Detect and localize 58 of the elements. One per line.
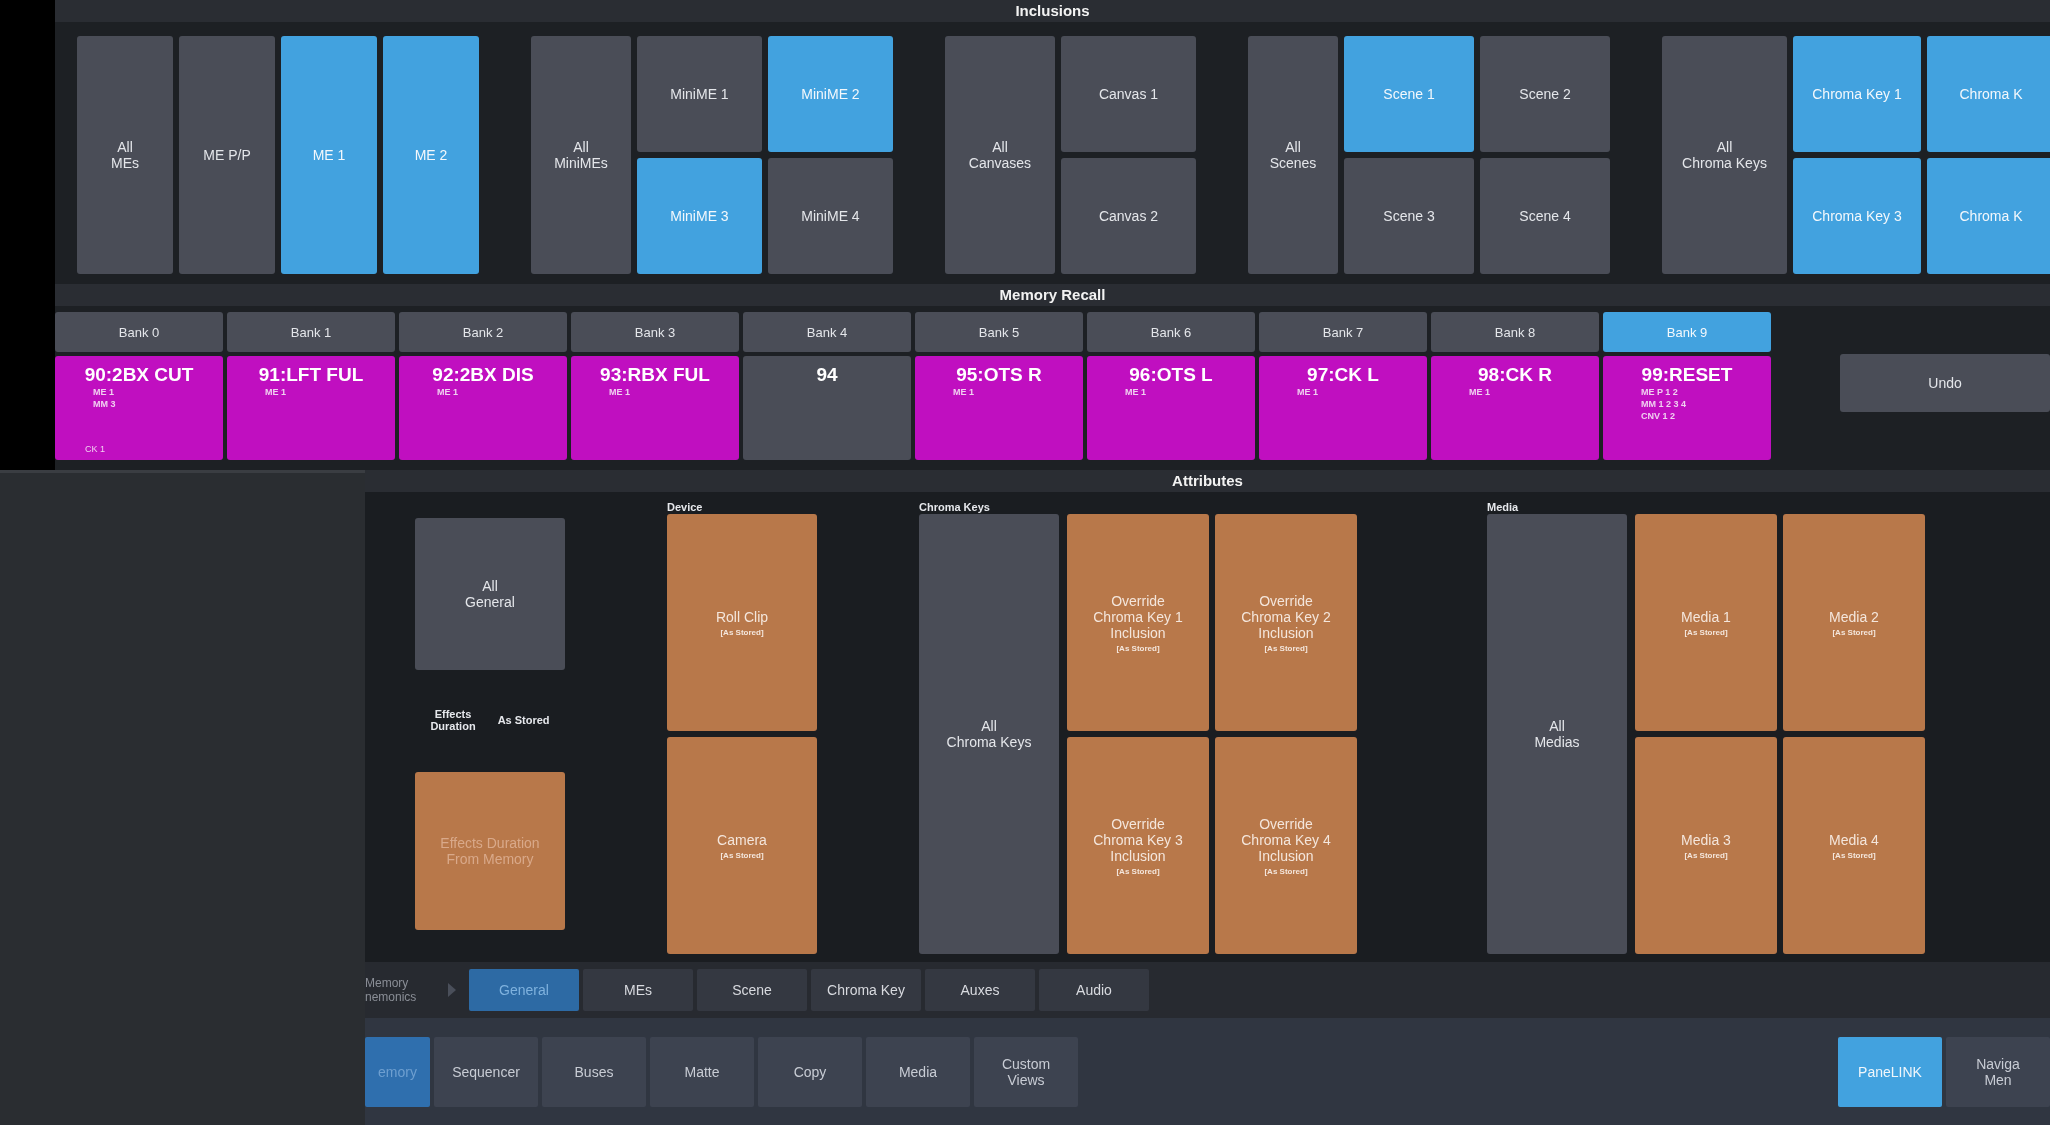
- all-general-button[interactable]: All General: [415, 518, 565, 670]
- section-title: Memory Recall: [55, 284, 2050, 306]
- group-title: Chroma Keys: [919, 500, 991, 514]
- setting-value: As Stored: [497, 714, 550, 726]
- memory-button[interactable]: 90:2BX CUT ME 1 MM 3 CK 1: [55, 356, 223, 460]
- all-button[interactable]: All Chroma Keys: [919, 514, 1059, 954]
- tab[interactable]: MEs: [583, 969, 693, 1011]
- nav-button[interactable]: Media: [866, 1036, 970, 1107]
- inclusion-button[interactable]: All Canvases: [945, 36, 1055, 274]
- bank-tab[interactable]: Bank 1: [227, 312, 395, 352]
- memory-button[interactable]: 93:RBX FUL ME 1: [571, 356, 739, 460]
- memory-button[interactable]: 96:OTS L ME 1: [1087, 356, 1255, 460]
- inclusion-button[interactable]: All Chroma Keys: [1662, 36, 1787, 274]
- memory-button[interactable]: 91:LFT FUL ME 1: [227, 356, 395, 460]
- bank-tab[interactable]: Bank 5: [915, 312, 1083, 352]
- inclusion-button[interactable]: Scene 4: [1480, 158, 1610, 274]
- bank-tab[interactable]: Bank 0: [55, 312, 223, 352]
- mnemonics-label: Memory nemonics: [365, 976, 418, 1004]
- inclusion-button[interactable]: All MiniMEs: [531, 36, 631, 274]
- bank-tab[interactable]: Bank 6: [1087, 312, 1255, 352]
- nav-button[interactable]: Naviga Men: [1946, 1036, 2050, 1107]
- nav-button[interactable]: Copy: [758, 1036, 862, 1107]
- inclusion-button[interactable]: MiniME 1: [637, 36, 762, 152]
- bank-tab[interactable]: Bank 4: [743, 312, 911, 352]
- tab[interactable]: Chroma Key: [811, 969, 921, 1011]
- tab[interactable]: Auxes: [925, 969, 1035, 1011]
- nav-button[interactable]: Buses: [542, 1036, 646, 1107]
- nav-button[interactable]: Custom Views: [974, 1036, 1078, 1107]
- inclusion-button[interactable]: Canvas 2: [1061, 158, 1196, 274]
- bank-tab[interactable]: Bank 3: [571, 312, 739, 352]
- memory-button[interactable]: 97:CK L ME 1: [1259, 356, 1427, 460]
- inclusion-button[interactable]: All MEs: [77, 36, 173, 274]
- inclusion-button[interactable]: All Scenes: [1248, 36, 1338, 274]
- arrow-icon: [447, 982, 457, 998]
- inclusion-button[interactable]: MiniME 4: [768, 158, 893, 274]
- tab[interactable]: Audio: [1039, 969, 1149, 1011]
- undo-button[interactable]: Undo: [1840, 354, 2050, 412]
- bank-tab[interactable]: Bank 7: [1259, 312, 1427, 352]
- inclusion-button[interactable]: Canvas 1: [1061, 36, 1196, 152]
- inclusion-button[interactable]: Scene 3: [1344, 158, 1474, 274]
- inclusion-button[interactable]: Scene 2: [1480, 36, 1610, 152]
- nav-button[interactable]: Sequencer: [434, 1036, 538, 1107]
- bank-tab[interactable]: Bank 2: [399, 312, 567, 352]
- tab[interactable]: Scene: [697, 969, 807, 1011]
- inclusion-button[interactable]: ME P/P: [179, 36, 275, 274]
- memory-button[interactable]: 98:CK R ME 1: [1431, 356, 1599, 460]
- bank-tab[interactable]: Bank 8: [1431, 312, 1599, 352]
- setting-label: Effects Duration: [430, 708, 476, 732]
- section-title: Attributes: [365, 470, 2050, 492]
- memory-button[interactable]: 92:2BX DIS ME 1: [399, 356, 567, 460]
- memory-button[interactable]: 95:OTS R ME 1: [915, 356, 1083, 460]
- memory-button[interactable]: 94: [743, 356, 911, 460]
- all-button[interactable]: All Medias: [1487, 514, 1627, 954]
- section-title: Inclusions: [55, 0, 2050, 22]
- nav-button[interactable]: Matte: [650, 1036, 754, 1107]
- memory-button[interactable]: 99:RESET ME P 1 2 MM 1 2 3 4 CNV 1 2: [1603, 356, 1771, 460]
- group-title: Device: [667, 500, 704, 514]
- group-title: Media: [1487, 500, 1520, 514]
